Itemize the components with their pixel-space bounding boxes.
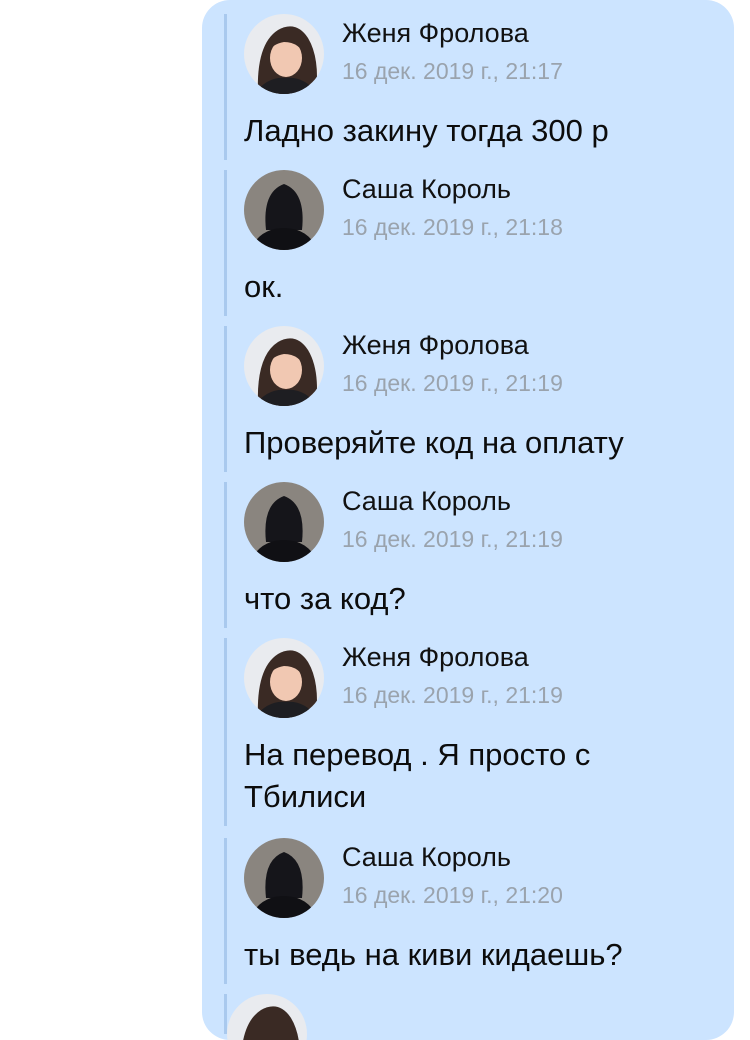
message-timestamp: 16 дек. 2019 г., 21:19: [342, 682, 563, 708]
message-header: Женя Фролова 16 дек. 2019 г., 21:17: [244, 14, 724, 96]
forwarded-message[interactable]: Женя Фролова 16 дек. 2019 г., 21:19 Пров…: [224, 326, 724, 472]
forwarded-message-partial[interactable]: [224, 994, 724, 1040]
forwarded-message[interactable]: Женя Фролова 16 дек. 2019 г., 21:19 На п…: [224, 638, 724, 826]
message-timestamp: 16 дек. 2019 г., 21:18: [342, 214, 563, 240]
author-name[interactable]: Саша Король: [342, 842, 511, 873]
message-timestamp: 16 дек. 2019 г., 21:17: [342, 58, 563, 84]
woman-avatar-icon[interactable]: [227, 994, 307, 1040]
woman-avatar-icon[interactable]: [244, 14, 324, 94]
hooded-person-avatar-icon[interactable]: [244, 482, 324, 562]
message-header: Женя Фролова 16 дек. 2019 г., 21:19: [244, 638, 724, 720]
hooded-person-avatar-icon[interactable]: [244, 170, 324, 250]
message-text: Ладно закину тогда 300 р: [244, 113, 609, 148]
author-name[interactable]: Женя Фролова: [342, 330, 529, 361]
author-name[interactable]: Саша Король: [342, 174, 511, 205]
woman-avatar-icon[interactable]: [244, 326, 324, 406]
author-name[interactable]: Женя Фролова: [342, 642, 529, 673]
woman-avatar-icon[interactable]: [244, 638, 324, 718]
message-timestamp: 16 дек. 2019 г., 21:19: [342, 526, 563, 552]
message-text: На перевод . Я просто с Тбилиси: [244, 737, 591, 814]
hooded-person-avatar-icon[interactable]: [244, 838, 324, 918]
message-timestamp: 16 дек. 2019 г., 21:20: [342, 882, 563, 908]
message-header: Саша Король 16 дек. 2019 г., 21:19: [244, 482, 724, 564]
forwarded-message[interactable]: Саша Король 16 дек. 2019 г., 21:20 ты ве…: [224, 838, 724, 984]
forwarded-message[interactable]: Саша Король 16 дек. 2019 г., 21:18 ок.: [224, 170, 724, 316]
message-text: Проверяйте код на оплату: [244, 425, 624, 460]
message-text: ок.: [244, 269, 284, 304]
author-name[interactable]: Саша Король: [342, 486, 511, 517]
message-text: что за код?: [244, 581, 406, 616]
message-header: Саша Король 16 дек. 2019 г., 21:20: [244, 838, 724, 920]
forwarded-message[interactable]: Саша Король 16 дек. 2019 г., 21:19 что з…: [224, 482, 724, 628]
forwarded-messages-bubble[interactable]: Женя Фролова 16 дек. 2019 г., 21:17 Ладн…: [202, 0, 734, 1040]
message-header: Женя Фролова 16 дек. 2019 г., 21:19: [244, 326, 724, 408]
message-timestamp: 16 дек. 2019 г., 21:19: [342, 370, 563, 396]
author-name[interactable]: Женя Фролова: [342, 18, 529, 49]
message-header: Саша Король 16 дек. 2019 г., 21:18: [244, 170, 724, 252]
message-text: ты ведь на киви кидаешь?: [244, 937, 623, 972]
forwarded-message[interactable]: Женя Фролова 16 дек. 2019 г., 21:17 Ладн…: [224, 14, 724, 160]
